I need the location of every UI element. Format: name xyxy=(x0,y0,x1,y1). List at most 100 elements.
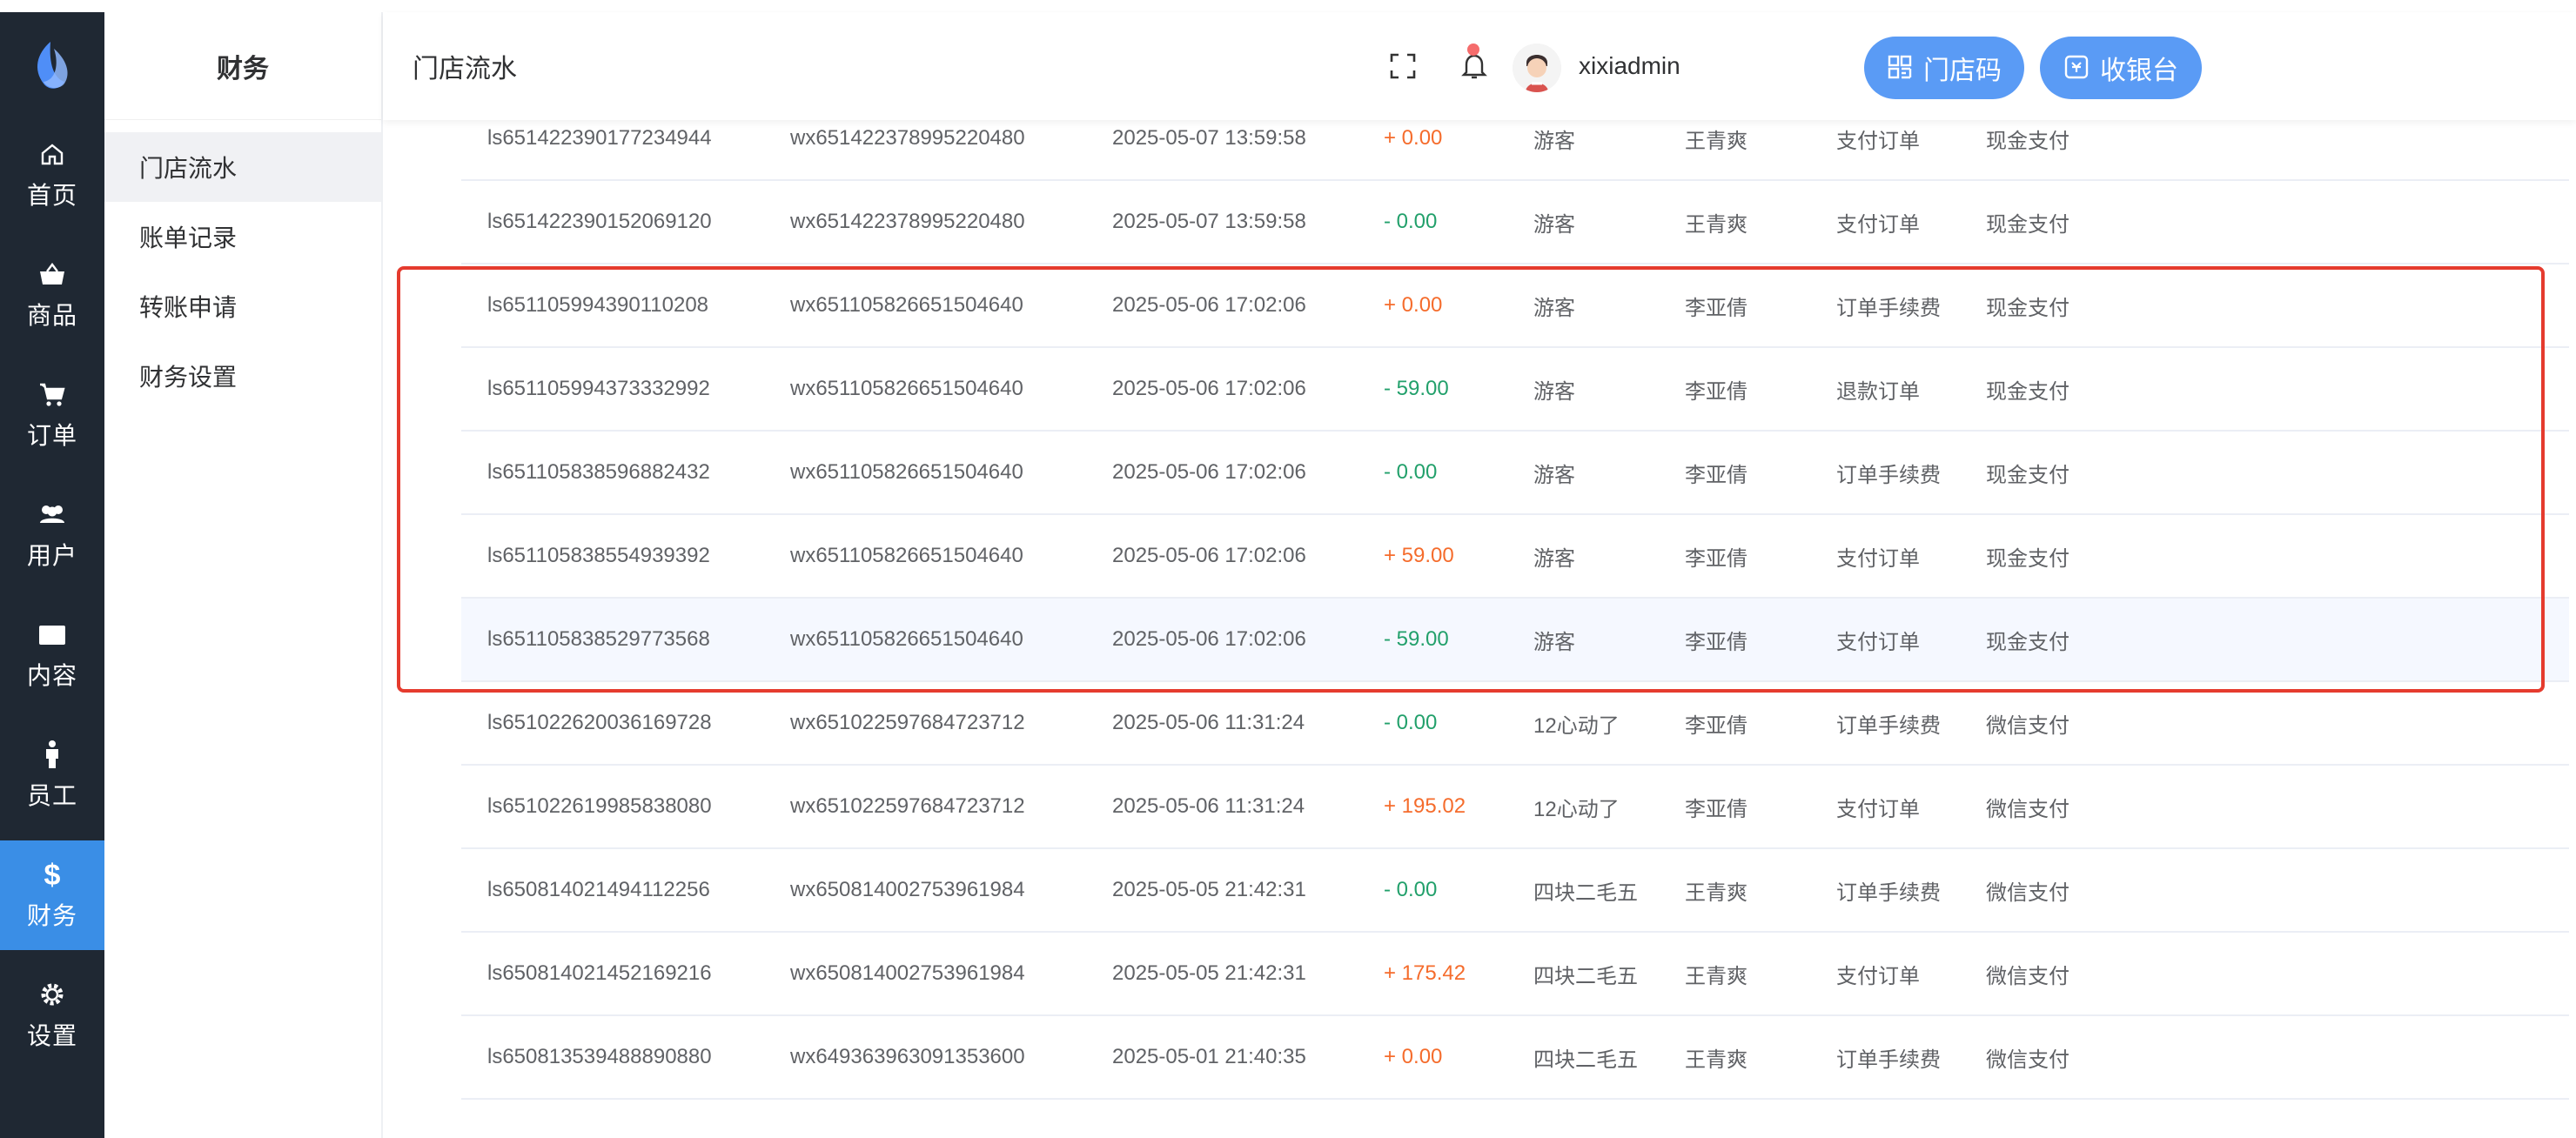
sidebar-item-settings[interactable]: 设置 xyxy=(0,961,104,1070)
subnav-item-bill-records[interactable]: 账单记录 xyxy=(104,202,381,271)
time-cell: 2025-05-01 21:40:35 xyxy=(1112,1045,1306,1068)
customer-cell: 12心动了 xyxy=(1533,797,1620,821)
amount-cell: + 195.02 xyxy=(1384,794,1466,818)
transaction-id-cell: ls651022620036169728 xyxy=(487,711,712,734)
sidebar-label: 订单 xyxy=(26,422,77,449)
home-icon xyxy=(37,138,68,170)
time-cell: 2025-05-06 17:02:06 xyxy=(1112,544,1306,567)
subnav-item-store-flow[interactable]: 门店流水 xyxy=(104,132,381,202)
amount-cell: + 59.00 xyxy=(1384,544,1454,567)
time-cell: 2025-05-06 17:02:06 xyxy=(1112,293,1306,317)
table-row: ls651105838529773568 wx651105826651504640… xyxy=(461,599,2576,682)
amount-cell: - 0.00 xyxy=(1384,460,1438,484)
sidebar-item-finance[interactable]: $ 财务 xyxy=(0,840,104,950)
payment-method-cell: 现金支付 xyxy=(1986,630,2070,654)
type-cell: 支付订单 xyxy=(1836,797,1920,821)
right-edge xyxy=(2569,12,2576,1138)
table-row: ls651022619985838080 wx651022597684723712… xyxy=(461,766,2576,849)
payment-method-cell: 现金支付 xyxy=(1986,212,2070,237)
sidebar-item-orders[interactable]: 订单 xyxy=(0,360,104,470)
customer-cell: 游客 xyxy=(1533,379,1575,404)
sidebar-item-home[interactable]: 首页 xyxy=(0,120,104,230)
sidebar-item-products[interactable]: 商品 xyxy=(0,240,104,350)
transaction-id-cell: ls651105838554939392 xyxy=(487,544,710,567)
staff-cell: 李亚倩 xyxy=(1685,713,1748,738)
sidebar-label: 用户 xyxy=(26,542,77,569)
order-number-cell: wx649363963091353600 xyxy=(790,1045,1025,1068)
amount-cell: - 0.00 xyxy=(1384,210,1438,233)
table-row: ls651105994390110208 wx651105826651504640… xyxy=(461,264,2576,348)
transaction-id-cell: ls651022619985838080 xyxy=(487,794,712,818)
payment-method-cell: 微信支付 xyxy=(1986,1048,2070,1072)
fullscreen-icon[interactable] xyxy=(1385,49,1420,84)
time-cell: 2025-05-06 11:31:24 xyxy=(1112,794,1305,818)
cashier-button[interactable]: 收银台 xyxy=(2040,37,2202,99)
sidebar-label: 商品 xyxy=(26,302,77,329)
table-row: ls651105994373332992 wx651105826651504640… xyxy=(461,348,2576,432)
time-cell: 2025-05-06 17:02:06 xyxy=(1112,377,1306,400)
type-cell: 订单手续费 xyxy=(1836,463,1941,487)
type-cell: 支付订单 xyxy=(1836,964,1920,988)
sidebar-label: 设置 xyxy=(26,1022,77,1049)
type-cell: 订单手续费 xyxy=(1836,296,1941,320)
payment-method-cell: 现金支付 xyxy=(1986,379,2070,404)
secondary-sidebar: 财务 门店流水 账单记录 转账申请 财务设置 xyxy=(104,12,383,1138)
order-number-cell: wx651105826651504640 xyxy=(790,627,1023,651)
sidebar-label: 员工 xyxy=(26,782,77,809)
cashier-label: 收银台 xyxy=(2100,57,2178,85)
type-cell: 订单手续费 xyxy=(1836,880,1941,905)
transaction-id-cell: ls651105994390110208 xyxy=(487,293,709,317)
staff-cell: 李亚倩 xyxy=(1685,546,1748,571)
payment-method-cell: 微信支付 xyxy=(1986,797,2070,821)
order-number-cell: wx650814002753961984 xyxy=(790,878,1025,901)
table-row: ls651022620036169728 wx651022597684723712… xyxy=(461,682,2576,766)
customer-cell: 四块二毛五 xyxy=(1533,964,1638,988)
grid-icon xyxy=(1887,54,1915,82)
table-row: ls651422390152069120 wx651422378995220480… xyxy=(461,181,2576,264)
time-cell: 2025-05-06 17:02:06 xyxy=(1112,627,1306,651)
customer-cell: 12心动了 xyxy=(1533,713,1620,738)
time-cell: 2025-05-05 21:42:31 xyxy=(1112,878,1306,901)
flow-table: ls651422390177234944 wx651422378995220480… xyxy=(383,120,2576,1138)
type-cell: 支付订单 xyxy=(1836,546,1920,571)
subnav-item-finance-settings[interactable]: 财务设置 xyxy=(104,341,381,411)
table-row: ls651105838554939392 wx651105826651504640… xyxy=(461,515,2576,599)
time-cell: 2025-05-06 11:31:24 xyxy=(1112,711,1305,734)
sidebar-item-content[interactable]: 内容 xyxy=(0,600,104,710)
customer-cell: 游客 xyxy=(1533,212,1575,237)
sidebar-item-users[interactable]: 用户 xyxy=(0,480,104,590)
subnav-item-transfer-request[interactable]: 转账申请 xyxy=(104,271,381,341)
transaction-id-cell: ls651105838596882432 xyxy=(487,460,710,484)
main-sidebar: 首页 商品 订单 用户 内容 员工 $ 财务 设置 xyxy=(0,12,104,1138)
type-cell: 支付订单 xyxy=(1836,630,1920,654)
amount-cell: - 59.00 xyxy=(1384,627,1449,651)
customer-cell: 游客 xyxy=(1533,630,1575,654)
table-row: ls650813539488890880 wx649363963091353600… xyxy=(461,1016,2576,1100)
transaction-id-cell: ls650814021494112256 xyxy=(487,878,710,901)
avatar[interactable] xyxy=(1513,44,1561,92)
staff-cell: 李亚倩 xyxy=(1685,463,1748,487)
amount-cell: - 0.00 xyxy=(1384,711,1438,734)
sidebar-item-staff[interactable]: 员工 xyxy=(0,720,104,830)
store-code-button[interactable]: 门店码 xyxy=(1864,37,2024,99)
app-logo xyxy=(37,42,68,89)
transaction-id-cell: ls650814021452169216 xyxy=(487,961,712,985)
transaction-id-cell: ls651105994373332992 xyxy=(487,377,710,400)
customer-cell: 游客 xyxy=(1533,546,1575,571)
users-icon xyxy=(37,499,68,530)
amount-cell: - 59.00 xyxy=(1384,377,1449,400)
customer-cell: 四块二毛五 xyxy=(1533,880,1638,905)
staff-cell: 李亚倩 xyxy=(1685,296,1748,320)
username[interactable]: xixiadmin xyxy=(1579,12,1680,120)
svg-text:$: $ xyxy=(44,860,61,889)
top-header: 门店流水 门店码 收银台 xixiadmin xyxy=(383,12,2576,120)
order-number-cell: wx651105826651504640 xyxy=(790,544,1023,567)
register-icon xyxy=(2063,54,2091,82)
order-number-cell: wx651105826651504640 xyxy=(790,460,1023,484)
staff-cell: 李亚倩 xyxy=(1685,379,1748,404)
basket-icon xyxy=(37,258,68,290)
amount-cell: + 175.42 xyxy=(1384,961,1466,985)
amount-cell: + 0.00 xyxy=(1384,1045,1443,1068)
staff-cell: 王青爽 xyxy=(1685,880,1748,905)
type-cell: 订单手续费 xyxy=(1836,713,1941,738)
